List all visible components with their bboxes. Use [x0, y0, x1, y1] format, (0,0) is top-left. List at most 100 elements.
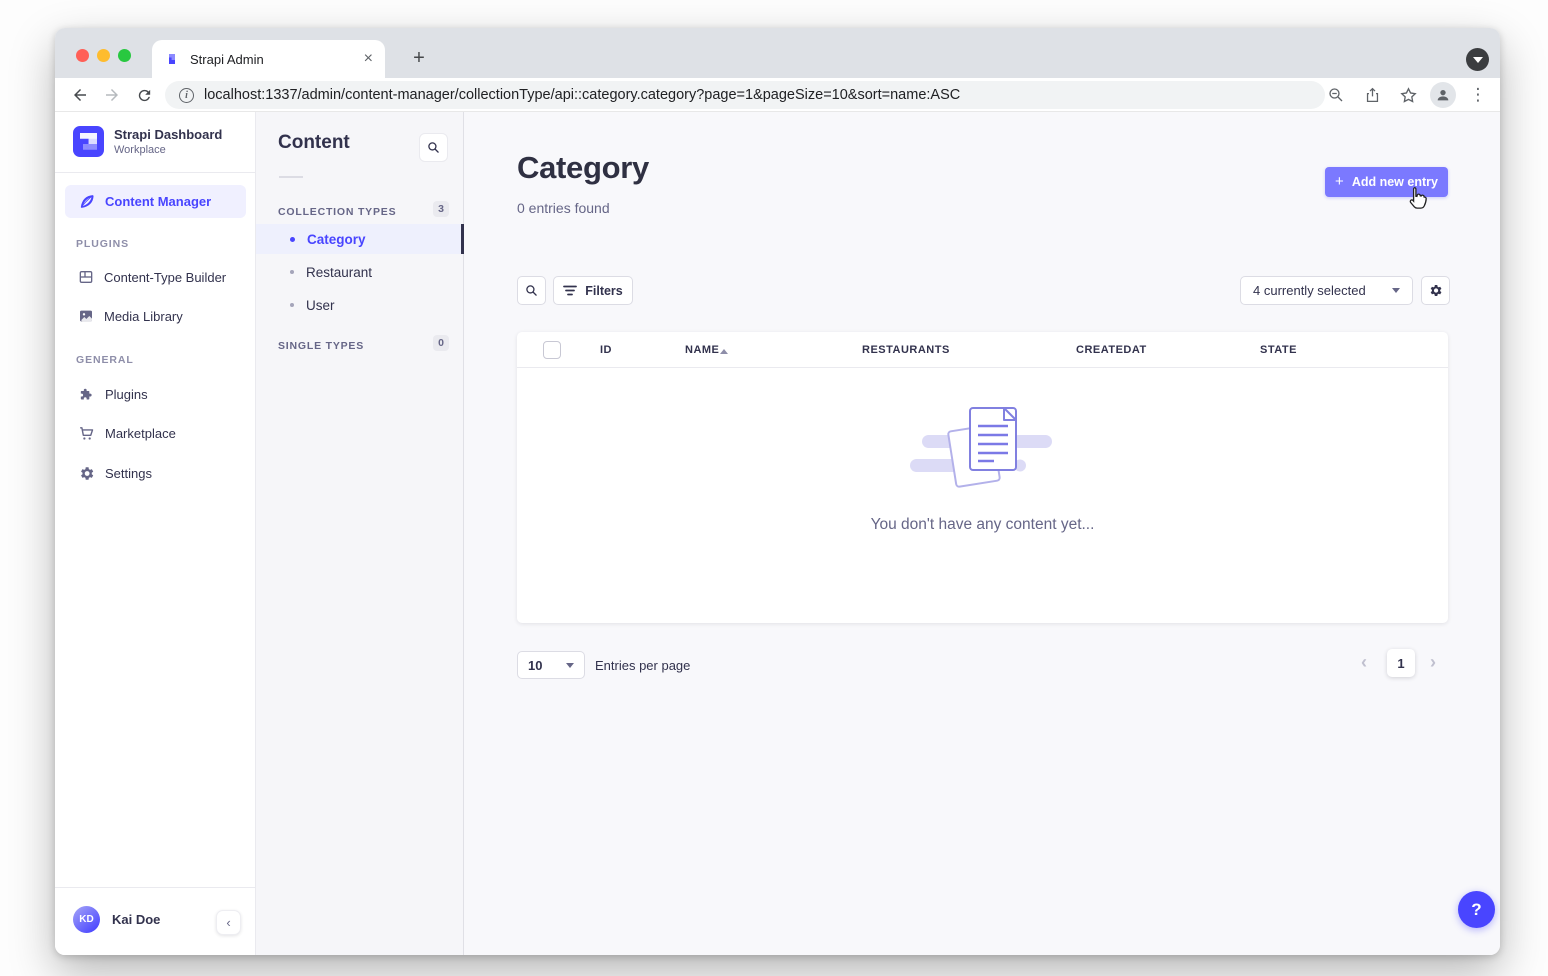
collapse-sidebar-button[interactable]: ‹: [216, 910, 241, 935]
tab-title: Strapi Admin: [190, 52, 364, 67]
sidebar-item-label: Media Library: [104, 309, 183, 324]
minimize-window-button[interactable]: [97, 49, 110, 62]
single-types-count-badge: 0: [433, 335, 449, 351]
gear-icon: [1428, 283, 1443, 298]
subnav-item-restaurant[interactable]: Restaurant: [256, 257, 464, 287]
filter-icon: [563, 285, 577, 296]
avatar: KD: [73, 906, 100, 933]
user-profile[interactable]: KD Kai Doe: [73, 906, 160, 933]
sort-asc-icon: [720, 349, 728, 354]
subnav-item-label: Restaurant: [306, 265, 372, 280]
site-info-icon[interactable]: i: [179, 88, 194, 103]
column-header-name[interactable]: NAME: [685, 344, 719, 356]
next-page-button[interactable]: ›: [1430, 652, 1436, 673]
sidebar-section-general: GENERAL: [76, 354, 134, 366]
forward-button[interactable]: [99, 82, 125, 108]
page-size-value: 10: [528, 658, 542, 673]
page-title: Category: [517, 150, 649, 186]
app-name: Strapi Dashboard: [114, 127, 222, 143]
filters-label: Filters: [585, 284, 623, 298]
sidebar-divider: [55, 172, 255, 173]
zoom-icon[interactable]: [1322, 81, 1350, 109]
entries-found-text: 0 entries found: [517, 200, 610, 216]
sidebar-item-plugins[interactable]: Plugins: [65, 378, 246, 410]
subnav-item-category[interactable]: Category: [256, 224, 464, 254]
browser-toolbar: i localhost:1337/admin/content-manager/c…: [55, 78, 1500, 112]
sidebar-item-label: Content-Type Builder: [104, 270, 226, 285]
feather-pen-icon: [78, 193, 95, 210]
record-indicator-icon[interactable]: [1466, 48, 1489, 71]
main-content: Category 0 entries found + Add new entry…: [464, 112, 1500, 955]
sidebar-item-settings[interactable]: Settings: [65, 457, 246, 489]
empty-message: You don't have any content yet...: [517, 516, 1448, 534]
columns-selected-dropdown[interactable]: 4 currently selected: [1240, 276, 1413, 305]
subnav-divider: [279, 176, 303, 178]
table-header-row: ID NAME RESTAURANTS CREATEDAT STATE: [517, 332, 1448, 368]
share-icon[interactable]: [1358, 81, 1386, 109]
new-tab-button[interactable]: +: [403, 42, 435, 74]
entries-per-page-label: Entries per page: [595, 658, 690, 673]
sidebar-item-media-library[interactable]: Media Library: [65, 300, 246, 332]
strapi-app: Strapi Dashboard Workplace Content Manag…: [55, 112, 1500, 955]
column-header-state[interactable]: STATE: [1260, 344, 1297, 356]
add-new-entry-label: Add new entry: [1352, 175, 1438, 189]
bullet-icon: [290, 270, 294, 274]
select-all-checkbox[interactable]: [543, 341, 561, 359]
browser-menu-icon[interactable]: ⋮: [1464, 81, 1492, 109]
sidebar-section-plugins: PLUGINS: [76, 238, 129, 250]
layout-builder-icon: [78, 269, 94, 285]
search-entries-button[interactable]: [517, 276, 546, 305]
previous-page-button[interactable]: ‹: [1361, 652, 1367, 673]
workspace-switcher[interactable]: Strapi Dashboard Workplace: [73, 126, 222, 157]
collection-types-count-badge: 3: [433, 201, 449, 217]
window-controls: [76, 49, 131, 62]
sidebar-divider: [55, 887, 255, 888]
picture-icon: [78, 308, 94, 324]
subnav-item-user[interactable]: User: [256, 290, 464, 320]
columns-selected-value: 4 currently selected: [1253, 283, 1366, 298]
page-size-dropdown[interactable]: 10: [517, 651, 585, 679]
close-window-button[interactable]: [76, 49, 89, 62]
help-button[interactable]: ?: [1458, 891, 1495, 928]
strapi-favicon: [164, 51, 180, 67]
sidebar-item-content-manager[interactable]: Content Manager: [65, 185, 246, 218]
subnav-item-label: User: [306, 298, 335, 313]
browser-profile-avatar[interactable]: [1430, 82, 1456, 108]
sidebar-item-label: Settings: [105, 466, 152, 481]
add-new-entry-button[interactable]: + Add new entry: [1325, 167, 1448, 197]
subnav-title: Content: [278, 132, 350, 154]
sidebar-item-content-type-builder[interactable]: Content-Type Builder: [65, 261, 246, 293]
collection-types-label: COLLECTION TYPES: [278, 206, 396, 218]
gear-icon: [78, 465, 95, 482]
page-number[interactable]: 1: [1387, 649, 1415, 677]
column-header-restaurants[interactable]: RESTAURANTS: [862, 344, 950, 356]
table-settings-button[interactable]: [1421, 276, 1450, 305]
entries-table: ID NAME RESTAURANTS CREATEDAT STATE: [517, 332, 1448, 623]
cart-icon: [78, 425, 95, 442]
url-bar[interactable]: i localhost:1337/admin/content-manager/c…: [165, 81, 1325, 109]
empty-state: You don't have any content yet...: [517, 402, 1448, 534]
filters-button[interactable]: Filters: [553, 276, 633, 305]
single-types-label: SINGLE TYPES: [278, 340, 364, 352]
main-sidebar: Strapi Dashboard Workplace Content Manag…: [55, 112, 256, 955]
column-header-id[interactable]: ID: [600, 344, 612, 356]
empty-documents-illustration: [908, 402, 1058, 494]
column-header-createdat[interactable]: CREATEDAT: [1076, 344, 1147, 356]
strapi-logo: [73, 126, 104, 157]
workspace-name: Workplace: [114, 144, 222, 156]
search-icon: [525, 284, 538, 297]
browser-tab[interactable]: Strapi Admin ×: [152, 40, 385, 78]
close-tab-icon[interactable]: ×: [364, 51, 373, 67]
sidebar-item-marketplace[interactable]: Marketplace: [65, 417, 246, 449]
chevron-down-icon: [566, 663, 574, 668]
back-button[interactable]: [67, 82, 93, 108]
puzzle-icon: [78, 386, 95, 403]
reload-button[interactable]: [131, 82, 157, 108]
subnav-search-button[interactable]: [419, 133, 448, 162]
maximize-window-button[interactable]: [118, 49, 131, 62]
sidebar-item-label: Plugins: [105, 387, 148, 402]
content-subnav: Content COLLECTION TYPES 3 Category Rest…: [256, 112, 464, 955]
chevron-down-icon: [1392, 288, 1400, 293]
bookmark-star-icon[interactable]: [1394, 81, 1422, 109]
bullet-icon: [290, 303, 294, 307]
